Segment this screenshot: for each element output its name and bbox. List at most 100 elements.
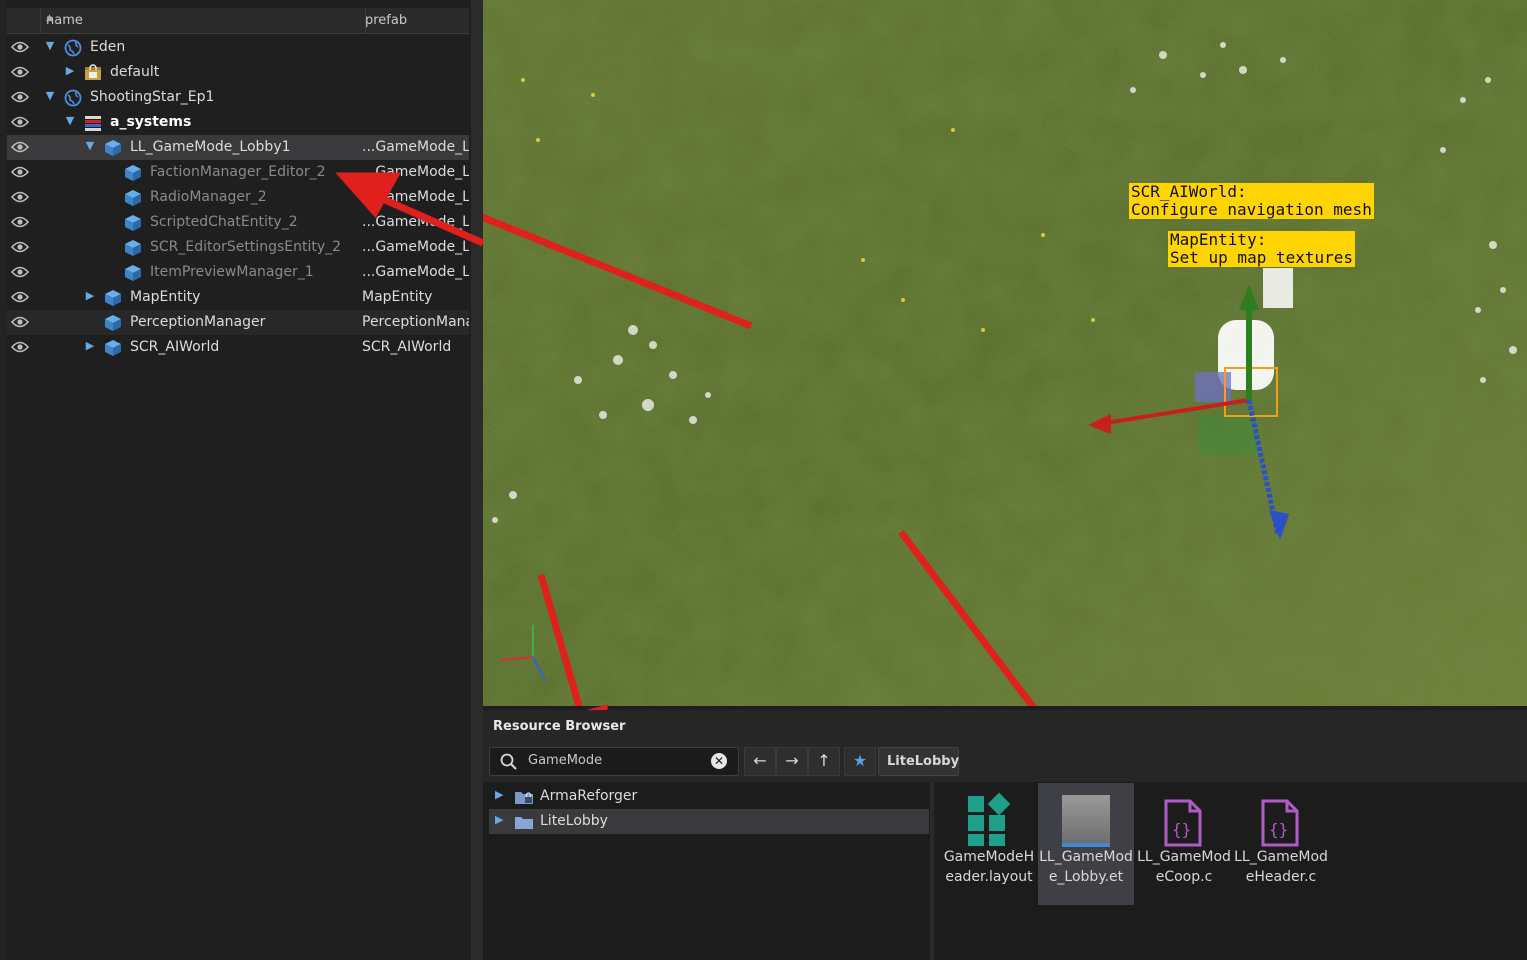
chevron-right-icon[interactable]: ▶ [495,813,503,826]
tree-item-litelobby[interactable]: ▶ LiteLobby [489,809,929,834]
prefab-thumbnail-icon [1062,795,1110,847]
file-ll-gamemodecoop-c[interactable]: {} LL_GameModeCoop.c [1136,783,1232,905]
hierarchy-row-prefab: ...GameMode_Lc [362,189,469,205]
tree-item-label: LiteLobby [540,813,608,829]
hierarchy-row[interactable]: ▼ ShootingStar_Ep1 [7,85,469,110]
file-ll-gamemode-lobby-et[interactable]: LL_GameMode_Lobby.et [1038,783,1134,905]
favorite-chip-litelobby[interactable]: LiteLobby [878,747,959,776]
chevron-down-icon[interactable]: ▼ [64,114,76,127]
sort-ascending-icon: ▲ [46,13,53,23]
visibility-eye-icon[interactable] [11,315,29,329]
favorite-chip-label: LiteLobby [887,754,960,769]
hierarchy-row[interactable]: PerceptionManager PerceptionMana [7,310,469,335]
folder-icon [515,817,533,829]
visibility-eye-icon[interactable] [11,340,29,354]
tree-item-label: ArmaReforger [540,788,638,804]
hierarchy-row-label: a_systems [110,114,192,130]
hierarchy-row[interactable]: ▼ a_systems [7,110,469,135]
script-file-icon: {} [1261,799,1299,847]
chevron-down-icon[interactable]: ▼ [84,139,96,152]
visibility-eye-icon[interactable] [11,140,29,154]
entity-cube-icon [125,215,141,231]
entity-cube-icon [105,290,121,306]
hierarchy-row[interactable]: ItemPreviewManager_1 ...GameMode_Lc [7,260,469,285]
script-file-icon: {} [1164,799,1202,847]
visibility-eye-icon[interactable] [11,290,29,304]
hierarchy-row[interactable]: ▼ LL_GameMode_Lobby1 ...GameMode_Lc [7,135,469,160]
visibility-eye-icon[interactable] [11,190,29,204]
entity-cube-icon [125,240,141,256]
layer-lock-icon [85,64,101,80]
hierarchy-header: name ▲ prefab [7,8,469,34]
hierarchy-row-label: default [110,64,160,80]
file-name: LL_GameModeCoop.c [1137,849,1231,885]
file-gamemodeheader-layout[interactable]: GameModeHeader.layout [941,783,1037,905]
forward-arrow-icon[interactable]: → [776,747,808,776]
hierarchy-row-label: SCR_EditorSettingsEntity_2 [150,239,342,255]
name-column-header[interactable]: name ▲ [40,8,366,33]
hierarchy-row-label: Eden [90,39,126,55]
hierarchy-row-label: ShootingStar_Ep1 [90,89,215,105]
hierarchy-row[interactable]: ▶ MapEntity MapEntity [7,285,469,310]
entity-cube-icon [125,265,141,281]
search-icon [500,753,517,770]
hierarchy-row-label: ItemPreviewManager_1 [150,264,314,280]
svg-text:{}: {} [1172,820,1191,839]
chevron-down-icon[interactable]: ▼ [44,89,56,102]
visibility-eye-icon[interactable] [11,165,29,179]
hierarchy-row[interactable]: ▼ Eden [7,35,469,60]
chevron-right-icon[interactable]: ▶ [84,339,96,352]
tree-item-armareforger[interactable]: ▶ ArmaReforger [489,784,929,809]
visibility-eye-icon[interactable] [11,40,29,54]
world-icon [64,39,82,57]
file-ll-gamemodeheader-c[interactable]: {} LL_GameModeHeader.c [1233,783,1329,905]
hierarchy-row-prefab: MapEntity [362,289,433,305]
hierarchy-row-label: SCR_AIWorld [130,339,220,355]
hierarchy-row-prefab: ...GameMode_Lc [362,139,469,155]
favorite-star-icon[interactable]: ★ [844,747,876,776]
hierarchy-row[interactable]: SCR_EditorSettingsEntity_2 ...GameMode_Lc [7,235,469,260]
chevron-right-icon[interactable]: ▶ [64,64,76,77]
file-name: GameModeHeader.layout [943,849,1035,885]
world-icon [64,89,82,107]
hierarchy-row-label: PerceptionManager [130,314,266,330]
resource-search-input[interactable]: GameMode ✕ [489,747,739,776]
hierarchy-row-label: LL_GameMode_Lobby1 [130,139,291,155]
hierarchy-row-prefab: ...GameMode_Lc [362,214,469,230]
prefab-column-header[interactable]: prefab [365,13,407,28]
scr-aiworld-label: SCR_AIWorld: Configure navigation mesh [1129,182,1374,219]
visibility-eye-icon[interactable] [11,265,29,279]
hierarchy-row-prefab: ...GameMode_Lc [362,264,469,280]
search-value: GameMode [528,753,603,768]
hierarchy-scrollbar[interactable] [471,0,483,960]
chevron-down-icon[interactable]: ▼ [44,39,56,52]
layer-icon [85,116,101,131]
hierarchy-row[interactable]: ScriptedChatEntity_2 ...GameMode_Lc [7,210,469,235]
visibility-eye-icon[interactable] [11,215,29,229]
hierarchy-row[interactable]: ▶ SCR_AIWorld SCR_AIWorld [7,335,469,360]
back-arrow-icon[interactable]: ← [744,747,776,776]
visibility-eye-icon[interactable] [11,65,29,79]
hierarchy-row-prefab: ...GameMode_Lc [362,239,469,255]
hierarchy-row[interactable]: ▶ default [7,60,469,85]
resource-browser-titlebar: Resource Browser [483,710,1527,744]
up-arrow-icon[interactable]: ↑ [808,747,840,776]
visibility-eye-icon[interactable] [11,240,29,254]
entity-cube-icon [105,340,121,356]
visibility-eye-icon[interactable] [11,115,29,129]
layout-icon [968,792,1011,846]
chevron-right-icon[interactable]: ▶ [84,289,96,302]
file-name: LL_GameModeHeader.c [1234,849,1328,885]
hierarchy-row-prefab: PerceptionMana [362,314,469,330]
hierarchy-row[interactable]: FactionManager_Editor_2 ...GameMode_Lc [7,160,469,185]
visibility-eye-icon[interactable] [11,90,29,104]
clear-search-icon[interactable]: ✕ [711,753,727,769]
hierarchy-row[interactable]: RadioManager_2 ...GameMode_Lc [7,185,469,210]
scene-viewport[interactable]: SCR_AIWorld: Configure navigation mesh M… [483,0,1527,706]
entity-cube-icon [105,315,121,331]
chevron-right-icon[interactable]: ▶ [495,788,503,801]
entity-cube-icon [125,190,141,206]
resource-browser-title: Resource Browser [493,719,626,734]
file-name: LL_GameMode_Lobby.et [1039,849,1133,885]
hierarchy-row-label: ScriptedChatEntity_2 [150,214,298,230]
